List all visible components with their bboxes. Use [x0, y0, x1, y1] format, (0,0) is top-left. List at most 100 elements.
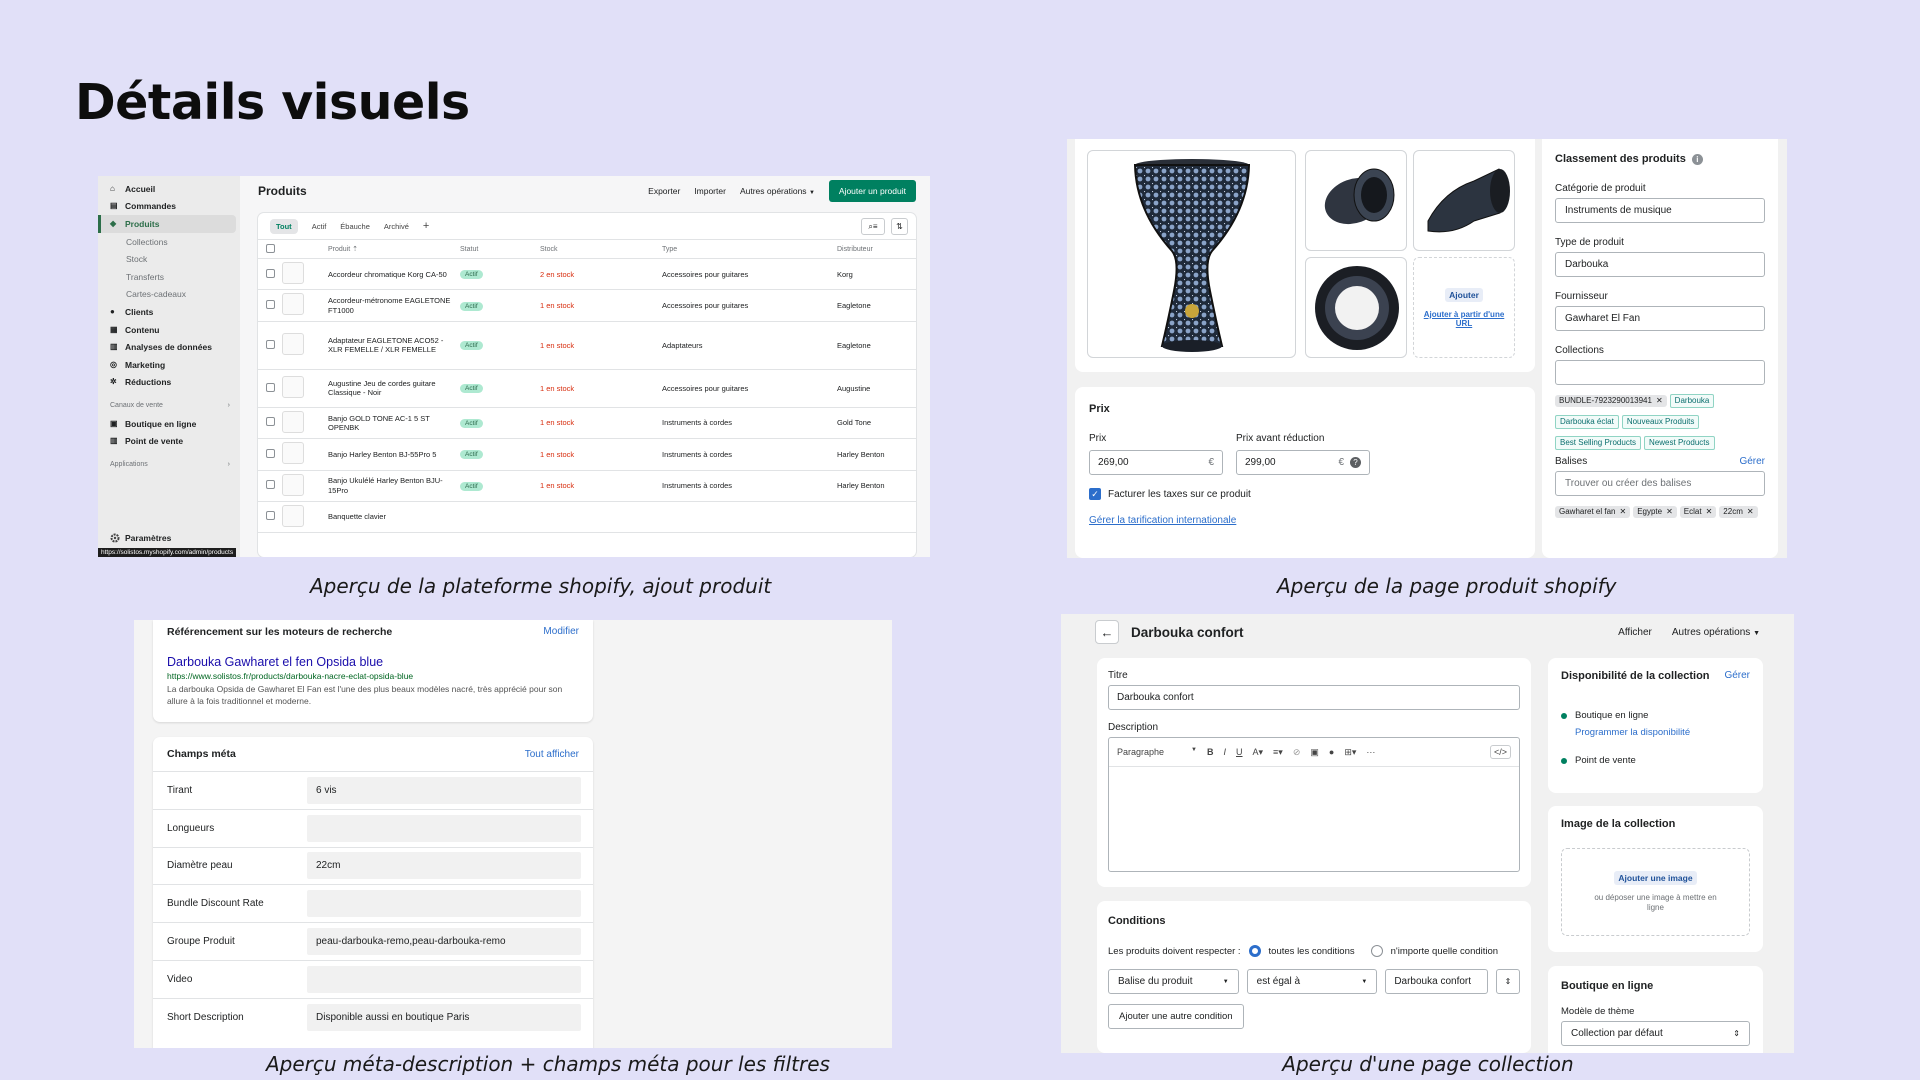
schedule-availability-link[interactable]: Programmer la disponibilité	[1575, 727, 1750, 738]
product-name[interactable]: Accordeur chromatique Korg CA-50	[328, 270, 447, 279]
show-all-link[interactable]: Tout afficher	[525, 749, 579, 760]
sidebar-item-stock[interactable]: Stock	[98, 250, 240, 268]
tags-input[interactable]: Trouver ou créer des balises	[1555, 471, 1765, 496]
table-row[interactable]: Banjo GOLD TONE AC-1 5 ST OPENBK Actif 1 e…	[258, 407, 916, 440]
add-view-icon[interactable]: +	[423, 220, 429, 232]
product-name[interactable]: Augustine Jeu de cordes guitare Classiqu…	[328, 379, 436, 397]
add-image-button[interactable]: Ajouter une image	[1614, 870, 1697, 885]
code-icon[interactable]: </>	[1489, 745, 1511, 759]
table-icon[interactable]: ⊞▾	[1344, 747, 1356, 758]
product-image-3[interactable]	[1413, 150, 1515, 251]
sidebar-item-commandes[interactable]: ▤ Commandes	[98, 198, 240, 216]
sidebar-item-cartes-cadeaux[interactable]: Cartes-cadeaux	[98, 286, 240, 304]
sidebar-item-collections[interactable]: Collections	[98, 233, 240, 251]
row-checkbox[interactable]	[266, 417, 275, 427]
row-checkbox[interactable]	[266, 268, 275, 278]
row-checkbox[interactable]	[266, 299, 275, 309]
close-icon[interactable]: ✕	[1747, 508, 1754, 516]
manage-availability-link[interactable]: Gérer	[1724, 670, 1750, 682]
image-icon[interactable]: ▣	[1310, 747, 1319, 758]
product-name[interactable]: Accordeur-métronome EAGLETONE FT1000	[328, 296, 450, 314]
close-icon[interactable]: ✕	[1666, 508, 1673, 516]
metafield-value[interactable]	[307, 890, 581, 918]
product-name[interactable]: Banjo Ukulélé Harley Benton BJU-15Pro	[328, 476, 443, 494]
text-color-icon[interactable]: A▾	[1253, 747, 1264, 758]
sidebar-item-marketing[interactable]: ◎ Marketing	[98, 356, 240, 374]
manage-tags-link[interactable]: Gérer	[1739, 456, 1765, 471]
sidebar-item-transferts[interactable]: Transferts	[98, 268, 240, 286]
description-editor[interactable]: Paragraphe ▼ B I U A▾ ≡▾ ⊘ ▣ ● ⊞▾ ··· </>	[1108, 737, 1520, 872]
checkbox-checked-icon[interactable]: ✓	[1089, 488, 1101, 500]
table-row[interactable]: Accordeur-métronome EAGLETONE FT1000 Acti…	[258, 289, 916, 322]
collection-tag[interactable]: Best Selling Products	[1555, 436, 1642, 450]
underline-icon[interactable]: U	[1236, 747, 1243, 757]
compare-price-input[interactable]: 299,00 €?	[1236, 450, 1370, 475]
table-row[interactable]: Augustine Jeu de cordes guitare Classiqu…	[258, 369, 916, 408]
product-name[interactable]: Banjo GOLD TONE AC-1 5 ST OPENBK	[328, 414, 430, 432]
condition-field-select[interactable]: Balise du produit ▼	[1108, 969, 1239, 994]
title-input[interactable]: Darbouka confort	[1108, 685, 1520, 710]
product-name[interactable]: Adaptateur EAGLETONE ACO52 - XLR FEMELLE…	[328, 336, 443, 354]
price-input[interactable]: 269,00 €	[1089, 450, 1223, 475]
sidebar-item-analyses-de-donnees[interactable]: ▥ Analyses de données	[98, 338, 240, 356]
info-icon[interactable]: i	[1691, 153, 1703, 165]
close-icon[interactable]: ✕	[1706, 508, 1713, 516]
row-checkbox[interactable]	[266, 480, 275, 489]
sidebar-item-contenu[interactable]: ▦ Contenu	[98, 321, 240, 339]
metafield-value[interactable]: peau-darbouka-remo,peau-darbouka-remo	[307, 928, 581, 956]
add-media-dropzone[interactable]: Ajouter Ajouter à partir d'une URL	[1413, 257, 1515, 358]
vendor-input[interactable]: Gawharet El Fan	[1555, 306, 1765, 331]
add-condition-button[interactable]: Ajouter une autre condition	[1108, 1004, 1244, 1029]
export-button[interactable]: Exporter	[648, 186, 680, 196]
row-checkbox[interactable]	[266, 382, 275, 392]
theme-template-select[interactable]: Collection par défaut ⇕	[1561, 1021, 1750, 1046]
sort-button[interactable]: ⇅	[891, 218, 908, 235]
radio-any[interactable]	[1370, 945, 1383, 957]
collections-input[interactable]	[1555, 360, 1765, 385]
collection-tag[interactable]: BUNDLE-7923290013941 ✕	[1555, 395, 1667, 407]
sidebar-item-clients[interactable]: ● Clients	[98, 303, 240, 321]
tab-1[interactable]: Actif	[312, 222, 327, 231]
help-icon[interactable]: ?	[1350, 457, 1361, 468]
close-icon[interactable]: ✕	[1656, 397, 1663, 405]
bold-icon[interactable]: B	[1207, 747, 1214, 757]
table-row[interactable]: Banquette clavier	[258, 501, 916, 534]
product-name[interactable]: Banquette clavier	[328, 512, 386, 521]
table-row[interactable]: Banjo Ukulélé Harley Benton BJU-15Pro Act…	[258, 470, 916, 502]
more-icon[interactable]: ···	[1366, 747, 1375, 757]
image-dropzone[interactable]: Ajouter une image ou déposer une image à…	[1561, 848, 1750, 936]
condition-value-input[interactable]: Darbouka confort	[1385, 969, 1489, 994]
product-image-2[interactable]	[1305, 150, 1407, 251]
sidebar-item-settings[interactable]: Paramètres	[98, 529, 240, 547]
tab-2[interactable]: Ébauche	[340, 222, 370, 231]
collection-tag[interactable]: Nouveaux Produits	[1621, 415, 1700, 429]
category-input[interactable]: Instruments de musique	[1555, 198, 1765, 223]
close-icon[interactable]: ✕	[1619, 508, 1626, 516]
metafield-value[interactable]: Disponible aussi en boutique Paris	[307, 1003, 581, 1031]
sidebar-channel-item[interactable]: ▣ Boutique en ligne	[98, 415, 240, 433]
condition-operator-select[interactable]: est égal à ▼	[1246, 969, 1378, 994]
metafield-value[interactable]: 6 vis	[307, 776, 581, 804]
radio-all[interactable]	[1248, 945, 1261, 957]
table-row[interactable]: Adaptateur EAGLETONE ACO52 - XLR FEMELLE…	[258, 321, 916, 370]
format-dropdown[interactable]: Paragraphe ▼	[1117, 747, 1197, 757]
align-icon[interactable]: ≡▾	[1273, 747, 1283, 758]
more-actions-button[interactable]: Autres opérations ▼	[740, 186, 815, 196]
sidebar-item-accueil[interactable]: ⌂ Accueil	[98, 180, 240, 198]
sidebar-item-produits[interactable]: ◆ Produits	[98, 215, 236, 233]
more-actions-button[interactable]: Autres opérations ▼	[1672, 627, 1760, 638]
seo-edit-link[interactable]: Modifier	[543, 626, 579, 638]
product-type-input[interactable]: Darbouka	[1555, 252, 1765, 277]
row-checkbox[interactable]	[266, 511, 275, 521]
view-button[interactable]: Afficher	[1618, 627, 1652, 638]
product-image-4[interactable]	[1305, 257, 1407, 358]
select-all-checkbox[interactable]	[266, 243, 275, 253]
collection-tag[interactable]: Darbouka	[1669, 394, 1715, 408]
row-checkbox[interactable]	[266, 339, 275, 349]
condition-stepper[interactable]: ⇕	[1496, 969, 1520, 994]
table-row[interactable]: Accordeur chromatique Korg CA-50 Actif 2 e…	[258, 258, 916, 291]
import-button[interactable]: Importer	[694, 186, 726, 196]
international-pricing-link[interactable]: Gérer la tarification internationale	[1089, 515, 1236, 526]
add-media-button[interactable]: Ajouter	[1445, 287, 1483, 302]
collection-tag[interactable]: Newest Products	[1644, 436, 1715, 450]
